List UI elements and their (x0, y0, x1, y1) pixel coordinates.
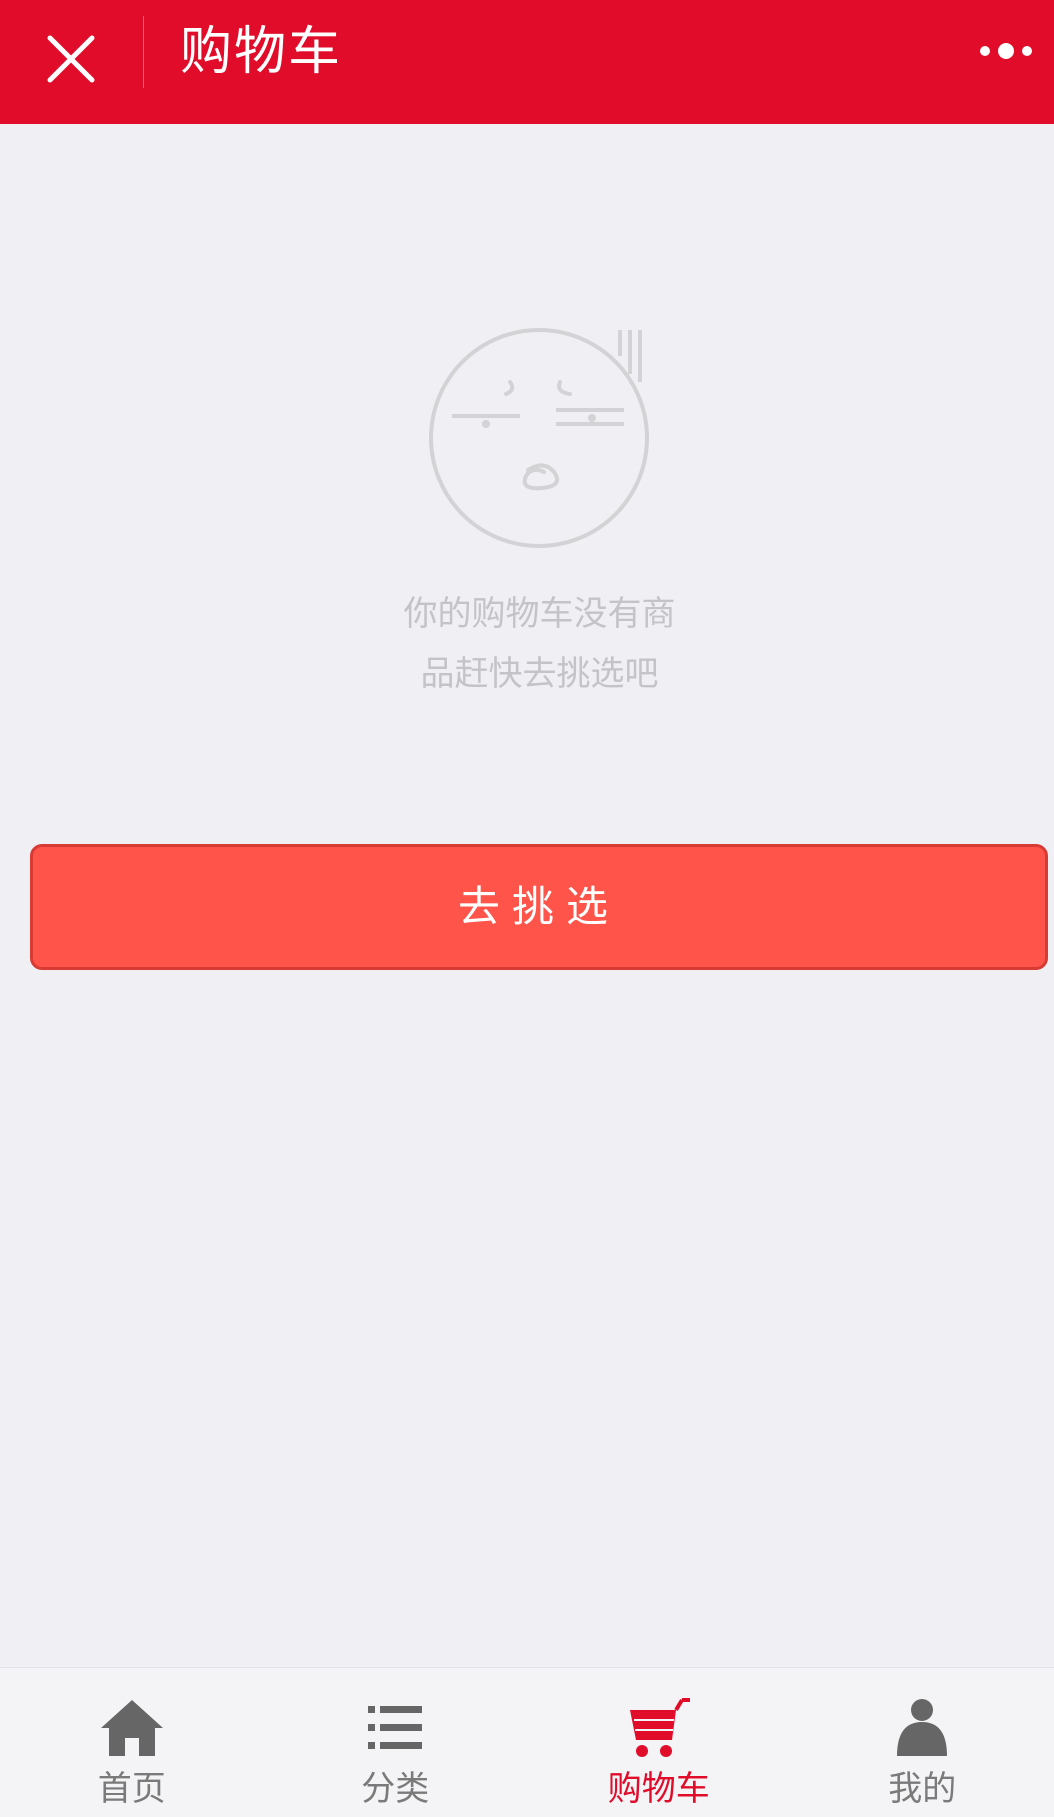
bottom-tab-bar: 首页 分类 购物车 我的 (0, 1667, 1054, 1817)
empty-message-line-1: 你的购物车没有商 (403, 594, 676, 634)
tab-category[interactable]: 分类 (264, 1668, 528, 1817)
page-title: 购物车 (180, 22, 343, 82)
empty-cart-message: 你的购物车没有商 品赶快去挑选吧 (0, 584, 1054, 704)
go-shopping-button[interactable]: 去挑选 (30, 844, 1048, 970)
cart-screen: 购物车 你的购物车没有商 品赶快去挑选吧 去挑选 首页 分类 购物车 我的 (0, 0, 1054, 1817)
tab-cart[interactable]: 购物车 (527, 1668, 791, 1817)
more-options-button[interactable] (976, 36, 1036, 66)
empty-message-line-2: 品赶快去挑选吧 (420, 654, 659, 694)
tab-category-label: 分类 (361, 1769, 430, 1809)
list-icon (368, 1706, 423, 1749)
header-divider (143, 16, 144, 88)
tab-home-label: 首页 (97, 1769, 166, 1809)
tab-cart-label: 购物车 (607, 1769, 710, 1809)
sad-face-icon (424, 320, 664, 560)
tab-profile-label: 我的 (888, 1769, 957, 1809)
tab-home[interactable]: 首页 (0, 1668, 264, 1817)
more-dots-icon (980, 43, 1032, 59)
home-icon (100, 1700, 163, 1756)
cart-icon (629, 1698, 690, 1757)
user-icon (897, 1699, 948, 1756)
top-bar: 购物车 (0, 0, 1054, 124)
tab-profile[interactable]: 我的 (791, 1668, 1054, 1817)
close-icon (47, 35, 95, 83)
close-button[interactable] (40, 28, 102, 90)
